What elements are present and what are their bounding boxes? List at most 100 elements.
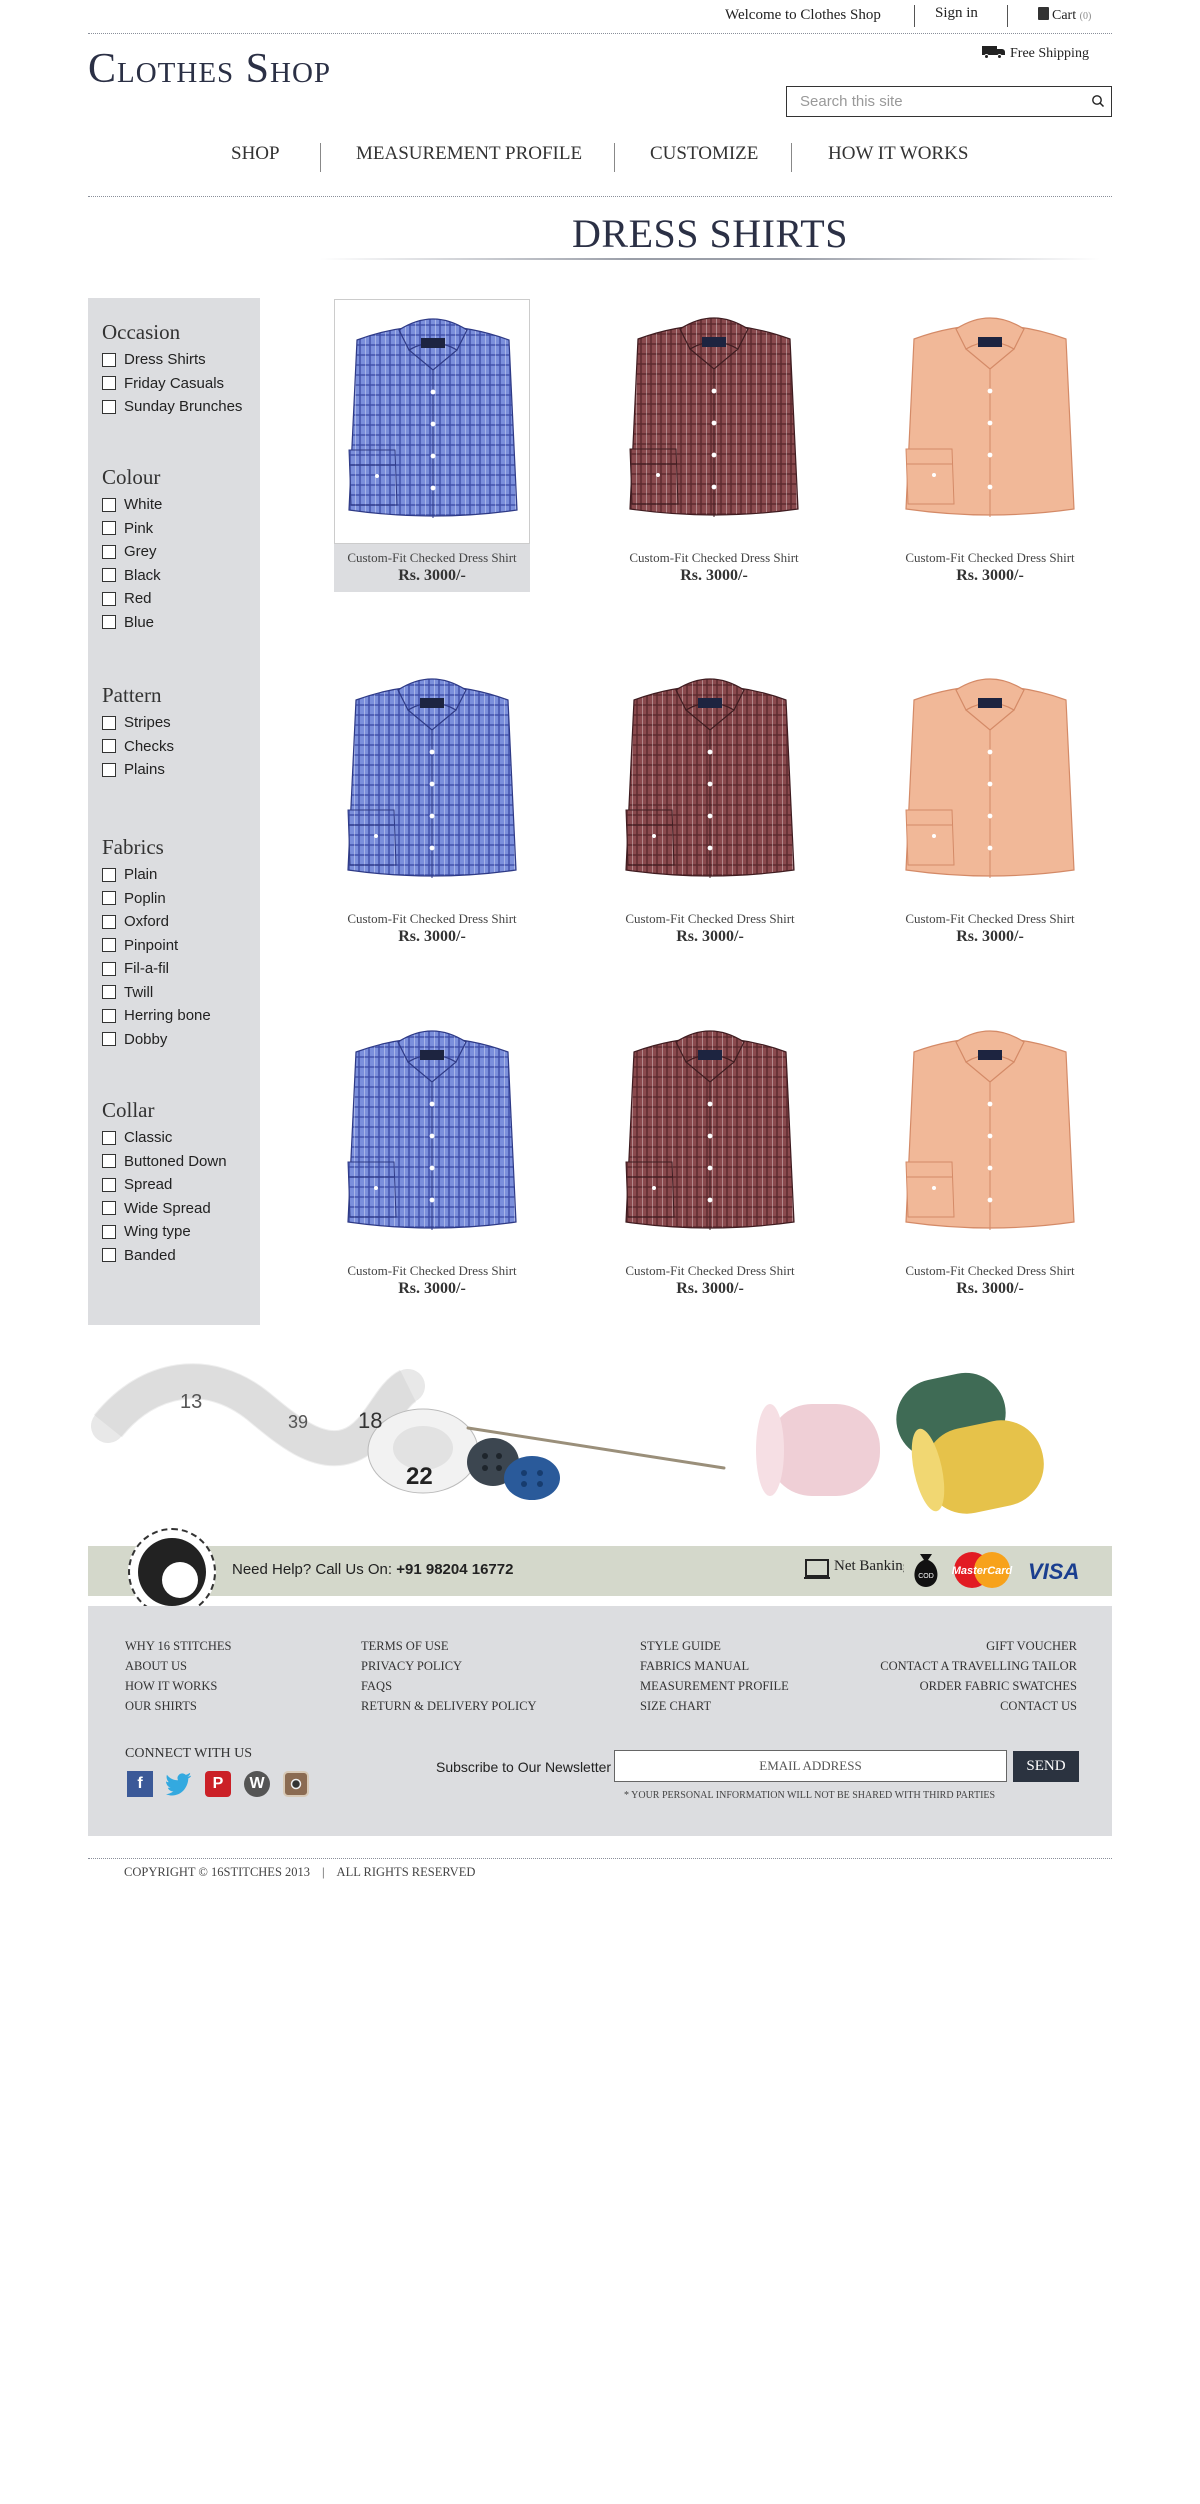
nav-shop[interactable]: SHOP — [231, 143, 280, 165]
product-name[interactable]: Custom-Fit Checked Dress Shirt — [334, 911, 530, 927]
filter-option[interactable]: Grey — [102, 540, 162, 564]
checkbox[interactable] — [102, 568, 116, 583]
pinterest-icon[interactable]: P — [205, 1771, 231, 1797]
footer-link[interactable]: RETURN & DELIVERY POLICY — [361, 1696, 537, 1716]
product-card[interactable]: Custom-Fit Checked Dress Shirt Rs. 3000/… — [892, 660, 1088, 946]
search-box[interactable] — [786, 86, 1112, 117]
facebook-icon[interactable]: f — [127, 1771, 153, 1797]
checkbox[interactable] — [102, 762, 116, 777]
checkbox[interactable] — [102, 615, 116, 630]
checkbox[interactable] — [102, 914, 116, 929]
shirt-image[interactable] — [892, 299, 1088, 544]
filter-option[interactable]: Plain — [102, 863, 211, 887]
footer-link[interactable]: MEASUREMENT PROFILE — [640, 1676, 789, 1696]
newsletter-email-input[interactable] — [614, 1750, 1007, 1782]
filter-option[interactable]: Blue — [102, 611, 162, 635]
search-icon[interactable] — [1091, 94, 1105, 108]
product-name[interactable]: Custom-Fit Checked Dress Shirt — [892, 550, 1088, 566]
shirt-image[interactable] — [334, 660, 530, 905]
checkbox[interactable] — [102, 497, 116, 512]
footer-link[interactable]: ABOUT US — [125, 1656, 231, 1676]
footer-link[interactable]: FAQS — [361, 1676, 537, 1696]
footer-link[interactable]: GIFT VOUCHER — [880, 1636, 1077, 1656]
footer-link[interactable]: STYLE GUIDE — [640, 1636, 789, 1656]
filter-option[interactable]: Red — [102, 587, 162, 611]
footer-link[interactable]: HOW IT WORKS — [125, 1676, 231, 1696]
filter-option[interactable]: Twill — [102, 981, 211, 1005]
product-name[interactable]: Custom-Fit Checked Dress Shirt — [334, 550, 530, 566]
product-card[interactable]: Custom-Fit Checked Dress Shirt Rs. 3000/… — [334, 660, 530, 946]
checkbox[interactable] — [102, 1224, 116, 1239]
shirt-image[interactable] — [892, 1012, 1088, 1257]
footer-link[interactable]: PRIVACY POLICY — [361, 1656, 537, 1676]
product-name[interactable]: Custom-Fit Checked Dress Shirt — [612, 911, 808, 927]
product-card[interactable]: Custom-Fit Checked Dress Shirt Rs. 3000/… — [612, 1012, 808, 1298]
filter-option[interactable]: Wing type — [102, 1220, 227, 1244]
filter-option[interactable]: Classic — [102, 1126, 227, 1150]
wordpress-icon[interactable]: W — [244, 1771, 270, 1797]
nav-measurement-profile[interactable]: MEASUREMENT PROFILE — [356, 143, 582, 165]
filter-option[interactable]: Fil-a-fil — [102, 957, 211, 981]
product-name[interactable]: Custom-Fit Checked Dress Shirt — [334, 1263, 530, 1279]
shirt-image[interactable] — [616, 299, 812, 544]
checkbox[interactable] — [102, 1177, 116, 1192]
filter-option[interactable]: Pink — [102, 517, 162, 541]
filter-option[interactable]: Dobby — [102, 1028, 211, 1052]
cart-link[interactable]: Cart (0) — [1038, 7, 1091, 24]
checkbox[interactable] — [102, 1130, 116, 1145]
shirt-image[interactable] — [612, 660, 808, 905]
checkbox[interactable] — [102, 521, 116, 536]
checkbox[interactable] — [102, 544, 116, 559]
nav-how-it-works[interactable]: HOW IT WORKS — [828, 143, 968, 165]
filter-option[interactable]: Plains — [102, 758, 174, 782]
product-card[interactable]: Custom-Fit Checked Dress Shirt Rs. 3000/… — [334, 299, 530, 592]
checkbox[interactable] — [102, 1201, 116, 1216]
checkbox[interactable] — [102, 985, 116, 1000]
footer-link[interactable]: FABRICS MANUAL — [640, 1656, 789, 1676]
product-card[interactable]: Custom-Fit Checked Dress Shirt Rs. 3000/… — [616, 299, 812, 585]
sign-in-link[interactable]: Sign in — [935, 5, 978, 22]
filter-option[interactable]: White — [102, 493, 162, 517]
checkbox[interactable] — [102, 1248, 116, 1263]
filter-option[interactable]: Oxford — [102, 910, 211, 934]
filter-option[interactable]: Dress Shirts — [102, 348, 242, 372]
checkbox[interactable] — [102, 399, 116, 414]
search-input[interactable] — [787, 87, 1077, 116]
site-logo[interactable]: Clothes Shop — [88, 46, 331, 92]
footer-link[interactable]: CONTACT A TRAVELLING TAILOR — [880, 1656, 1077, 1676]
filter-option[interactable]: Spread — [102, 1173, 227, 1197]
checkbox[interactable] — [102, 961, 116, 976]
product-card[interactable]: Custom-Fit Checked Dress Shirt Rs. 3000/… — [612, 660, 808, 946]
filter-option[interactable]: Sunday Brunches — [102, 395, 242, 419]
checkbox[interactable] — [102, 715, 116, 730]
shirt-image[interactable] — [612, 1012, 808, 1257]
filter-option[interactable]: Black — [102, 564, 162, 588]
shirt-image[interactable] — [334, 1012, 530, 1257]
filter-option[interactable]: Herring bone — [102, 1004, 211, 1028]
checkbox[interactable] — [102, 352, 116, 367]
checkbox[interactable] — [102, 867, 116, 882]
checkbox[interactable] — [102, 938, 116, 953]
nav-customize[interactable]: CUSTOMIZE — [650, 143, 758, 165]
checkbox[interactable] — [102, 1154, 116, 1169]
filter-option[interactable]: Banded — [102, 1244, 227, 1268]
instagram-icon[interactable] — [283, 1771, 309, 1797]
checkbox[interactable] — [102, 1008, 116, 1023]
footer-link[interactable]: ORDER FABRIC SWATCHES — [880, 1676, 1077, 1696]
footer-link[interactable]: OUR SHIRTS — [125, 1696, 231, 1716]
filter-option[interactable]: Friday Casuals — [102, 372, 242, 396]
newsletter-send-button[interactable]: SEND — [1013, 1751, 1079, 1782]
filter-option[interactable]: Pinpoint — [102, 934, 211, 958]
product-card[interactable]: Custom-Fit Checked Dress Shirt Rs. 3000/… — [892, 1012, 1088, 1298]
filter-option[interactable]: Stripes — [102, 711, 174, 735]
footer-link[interactable]: WHY 16 STITCHES — [125, 1636, 231, 1656]
filter-option[interactable]: Checks — [102, 735, 174, 759]
shirt-image[interactable] — [892, 660, 1088, 905]
product-card[interactable]: Custom-Fit Checked Dress Shirt Rs. 3000/… — [892, 299, 1088, 585]
product-card[interactable]: Custom-Fit Checked Dress Shirt Rs. 3000/… — [334, 1012, 530, 1298]
filter-option[interactable]: Buttoned Down — [102, 1150, 227, 1174]
product-name[interactable]: Custom-Fit Checked Dress Shirt — [892, 911, 1088, 927]
footer-link[interactable]: SIZE CHART — [640, 1696, 789, 1716]
product-name[interactable]: Custom-Fit Checked Dress Shirt — [616, 550, 812, 566]
footer-link[interactable]: TERMS OF USE — [361, 1636, 537, 1656]
